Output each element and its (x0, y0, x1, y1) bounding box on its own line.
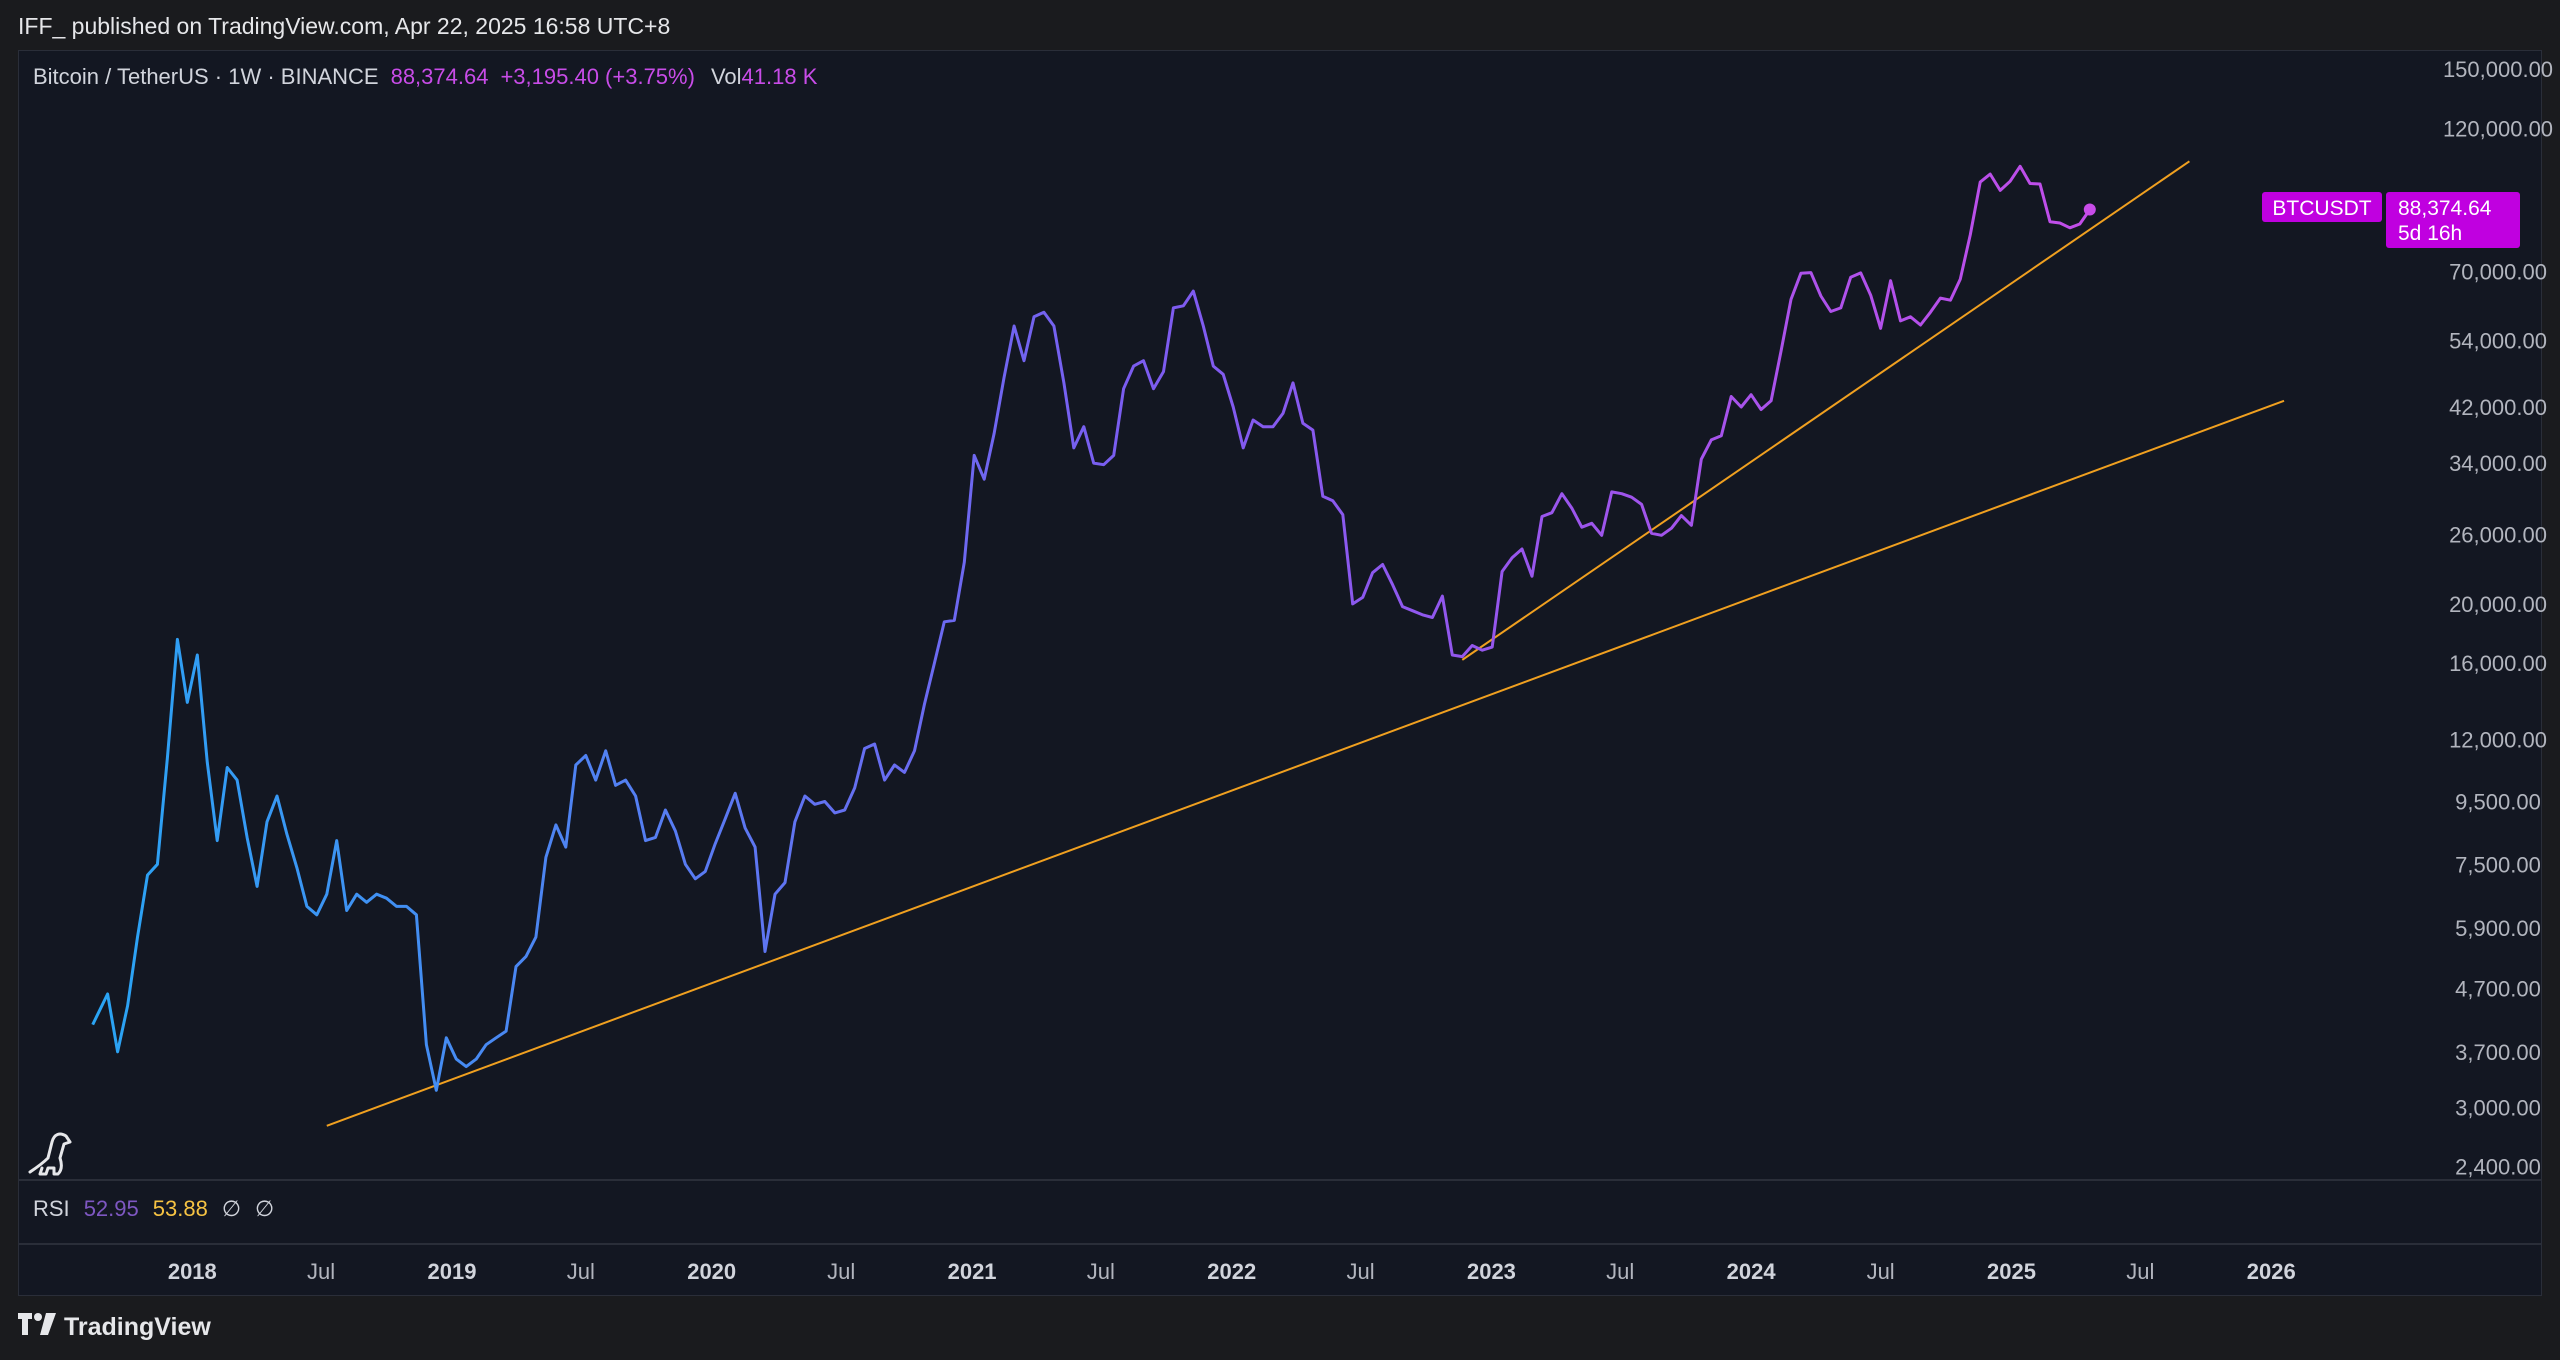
last-price: 88,374.64 (390, 64, 489, 89)
x-tick-year-label: 2018 (168, 1259, 217, 1284)
y-tick-label: 26,000.00 (2449, 522, 2547, 547)
volume-label: Vol (710, 64, 742, 89)
x-tick-year-label: 2025 (1987, 1259, 2036, 1284)
x-tick-year-label: 2021 (948, 1259, 997, 1284)
y-tick-label: 3,700.00 (2455, 1040, 2541, 1065)
x-tick-year-label: 2022 (1207, 1259, 1256, 1284)
volume-value: 41.18 K (741, 64, 818, 89)
x-tick-year-label: 2024 (1727, 1259, 1777, 1284)
x-tick-month-label: Jul (1346, 1259, 1374, 1284)
x-tick-year-label: 2026 (2247, 1259, 2296, 1284)
y-tick-label: 150,000.00 (2443, 57, 2553, 82)
time-axis[interactable]: 2018 Jul 2019 Jul 2020 Jul 2021 Jul 2022 Jul 2023 J… (168, 1259, 2296, 1284)
rsi-value-1: 52.95 (83, 1196, 139, 1221)
y-tick-label: 2,400.00 (2455, 1155, 2541, 1180)
ticker-badge-label: BTCUSDT (2272, 197, 2371, 220)
x-tick-month-label: Jul (827, 1259, 855, 1284)
y-tick-label: 54,000.00 (2449, 328, 2547, 353)
symbol-title[interactable]: Bitcoin / TetherUS · 1W · BINANCE (33, 64, 379, 90)
x-tick-month-label: Jul (567, 1259, 595, 1284)
x-tick-month-label: Jul (1867, 1259, 1895, 1284)
last-price-dot (2083, 203, 2096, 216)
rsi-empty-symbol-2: ∅ (254, 1196, 275, 1221)
y-tick-label: 16,000.00 (2449, 651, 2547, 676)
price-badge-countdown: 5d 16h (2398, 222, 2462, 245)
price-series-line (91, 164, 2092, 1092)
price-chart-svg[interactable]: 150,000.00 120,000.00 70,000.00 54,000.00 42… (0, 0, 2560, 1360)
x-tick-year-label: 2023 (1467, 1259, 1516, 1284)
price-badge-value: 88,374.64 (2398, 197, 2492, 220)
rsi-label[interactable]: RSI (33, 1196, 70, 1222)
y-tick-label: 34,000.00 (2449, 451, 2547, 476)
y-tick-label: 3,000.00 (2455, 1095, 2541, 1120)
price-change: +3,195.40 (+3.75%) (500, 64, 695, 89)
y-tick-label: 42,000.00 (2449, 395, 2547, 420)
trendlines[interactable] (326, 160, 2285, 1127)
price-badge: BTCUSDT 88,374.64 5d 16h (2262, 192, 2520, 248)
rsi-legend: RSI 52.95 53.88 ∅ ∅ (33, 1196, 274, 1222)
rsi-empty-symbol-1: ∅ (221, 1196, 241, 1221)
y-tick-label: 12,000.00 (2449, 728, 2547, 753)
y-tick-label: 5,900.00 (2455, 916, 2541, 941)
trendline-1[interactable] (326, 399, 2285, 1127)
dinosaur-icon[interactable] (28, 1132, 72, 1176)
y-tick-label: 20,000.00 (2449, 592, 2547, 617)
x-tick-month-label: Jul (2126, 1259, 2154, 1284)
y-tick-label: 9,500.00 (2455, 790, 2541, 815)
rsi-value-2: 53.88 (152, 1196, 208, 1221)
x-tick-month-label: Jul (1087, 1259, 1115, 1284)
x-tick-month-label: Jul (1606, 1259, 1634, 1284)
x-tick-month-label: Jul (307, 1259, 335, 1284)
x-tick-year-label: 2020 (687, 1259, 736, 1284)
x-tick-year-label: 2019 (428, 1259, 477, 1284)
y-tick-label: 4,700.00 (2455, 976, 2541, 1001)
trendline-2[interactable] (1461, 160, 2190, 661)
y-tick-label: 70,000.00 (2449, 259, 2547, 284)
symbol-legend: Bitcoin / TetherUS · 1W · BINANCE 88,374… (33, 64, 817, 90)
y-tick-label: 7,500.00 (2455, 852, 2541, 877)
y-tick-label: 120,000.00 (2443, 116, 2553, 141)
